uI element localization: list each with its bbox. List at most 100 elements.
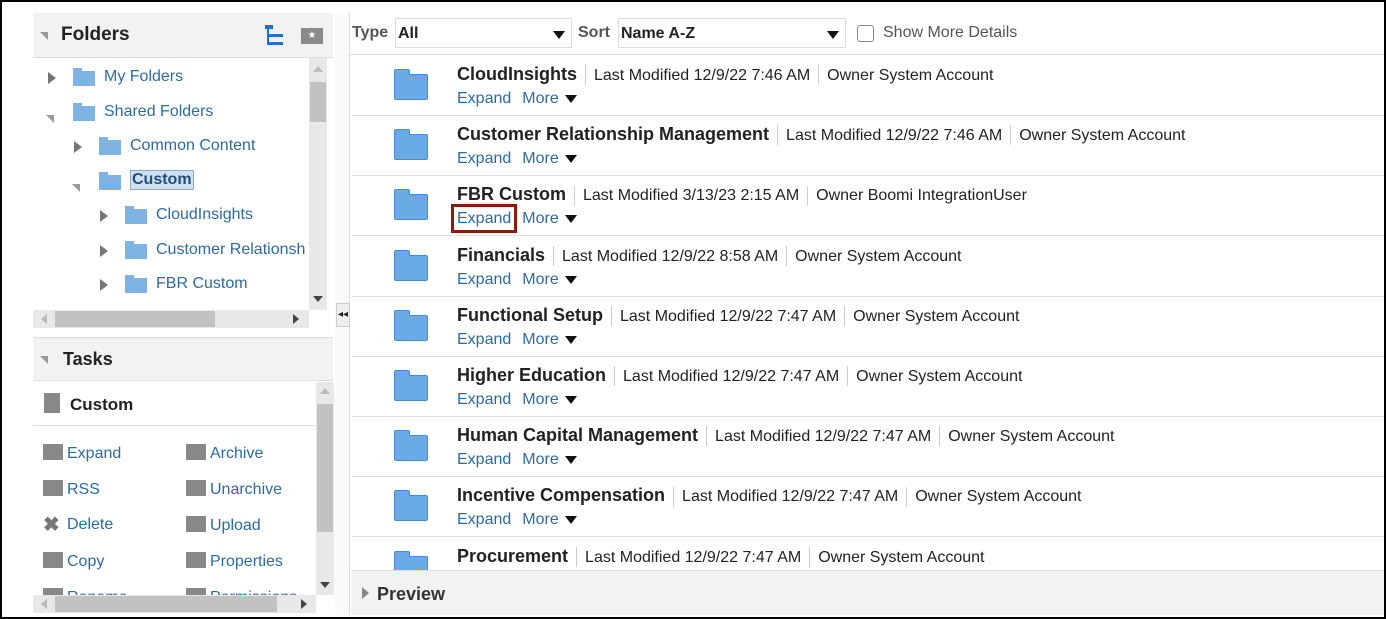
- last-modified: Last Modified 12/9/22 7:47 AM: [620, 307, 837, 325]
- owner: Owner System Account: [853, 307, 1020, 325]
- folder-name[interactable]: Human Capital Management: [457, 425, 698, 445]
- folder-name[interactable]: Procurement: [457, 546, 568, 566]
- sort-label: Sort: [578, 24, 610, 41]
- chevron-down-icon: [565, 456, 578, 465]
- owner: Owner System Account: [827, 67, 994, 84]
- favorite-folder-icon[interactable]: ★: [301, 28, 323, 44]
- folder-row: Higher Education Last Modified 12/9/22 7:…: [352, 357, 1384, 417]
- owner: Owner System Account: [1019, 127, 1186, 145]
- expand-link[interactable]: Expand: [457, 391, 511, 408]
- more-menu[interactable]: More: [522, 90, 578, 107]
- last-modified: Last Modified 12/9/22 7:47 AM: [585, 548, 802, 566]
- task-permissions[interactable]: Permissions: [186, 588, 297, 595]
- last-modified: Last Modified 12/9/22 7:47 AM: [623, 368, 840, 385]
- chevron-down-icon: [565, 335, 578, 344]
- separator: [906, 486, 908, 507]
- last-modified: Last Modified 12/9/22 7:46 AM: [594, 67, 811, 84]
- collapse-folders-icon[interactable]: [40, 32, 48, 40]
- folder-icon: [394, 129, 428, 161]
- chevron-down-icon: [565, 215, 578, 224]
- more-menu[interactable]: More: [522, 391, 578, 408]
- folder-icon: [394, 550, 428, 570]
- separator: [847, 366, 849, 387]
- owner: Owner System Account: [818, 548, 985, 566]
- owner: Owner System Account: [795, 247, 962, 265]
- preview-title: Preview: [377, 584, 446, 604]
- preview-bar[interactable]: Preview: [351, 570, 1384, 615]
- folder-row: Customer Relationship Management Last Mod…: [352, 116, 1384, 177]
- expand-link[interactable]: Expand: [457, 451, 511, 468]
- separator: [786, 245, 788, 266]
- separator: [818, 65, 820, 86]
- folder-icon: [394, 309, 428, 341]
- expand-link[interactable]: Expand: [450, 204, 518, 234]
- separator: [807, 185, 809, 206]
- more-menu[interactable]: More: [522, 150, 578, 168]
- expand-link[interactable]: Expand: [457, 150, 511, 167]
- more-menu[interactable]: More: [522, 210, 578, 228]
- folder-row: Functional Setup Last Modified 12/9/22 7:…: [352, 297, 1384, 357]
- tree-view-icon[interactable]: [265, 25, 285, 47]
- folders-title: Folders: [61, 24, 130, 45]
- more-label: More: [522, 210, 559, 228]
- owner: Owner System Account: [915, 488, 1082, 506]
- folder-name[interactable]: Functional Setup: [457, 305, 603, 325]
- type-value: All: [398, 25, 419, 42]
- last-modified: Last Modified 12/9/22 7:47 AM: [682, 488, 899, 506]
- separator: [576, 546, 578, 567]
- folder-name[interactable]: Financials: [457, 245, 545, 265]
- last-modified: Last Modified 12/9/22 8:58 AM: [562, 247, 779, 265]
- expand-link[interactable]: Expand: [457, 90, 511, 107]
- separator: [553, 245, 555, 266]
- more-label: More: [522, 391, 559, 408]
- more-menu[interactable]: More: [522, 511, 578, 528]
- folder-icon: [394, 490, 428, 522]
- folder-name[interactable]: CloudInsights: [457, 64, 577, 84]
- folder-icon: [394, 189, 428, 221]
- chevron-down-icon: [565, 155, 578, 164]
- folder-row: Human Capital Management Last Modified 12…: [352, 417, 1384, 478]
- folder-row: FBR Custom Last Modified 3/13/23 2:15 AM O…: [352, 176, 1384, 237]
- sort-value: Name A-Z: [621, 25, 696, 42]
- folder-name[interactable]: Higher Education: [457, 365, 606, 385]
- sort-select[interactable]: Name A-Z: [618, 18, 846, 48]
- folders-header: Folders ★: [33, 13, 333, 58]
- more-menu[interactable]: More: [522, 271, 578, 288]
- folder-row: Procurement Last Modified 12/9/22 7:47 AM…: [352, 538, 1384, 570]
- separator: [585, 65, 586, 86]
- expand-link[interactable]: Expand: [457, 271, 511, 288]
- last-modified: Last Modified 3/13/23 2:15 AM: [583, 187, 800, 205]
- expand-link[interactable]: Expand: [457, 511, 511, 528]
- last-modified: Last Modified 12/9/22 7:47 AM: [715, 428, 932, 446]
- toolbar: Type All Sort Name A-Z Show More Details: [350, 13, 1384, 55]
- separator: [939, 426, 941, 447]
- type-select[interactable]: All: [395, 18, 572, 48]
- folder-icon: [394, 69, 428, 100]
- chevron-down-icon: [565, 275, 578, 284]
- show-more-details-label[interactable]: Show More Details: [883, 24, 1017, 42]
- separator: [844, 306, 846, 327]
- more-label: More: [522, 150, 559, 168]
- chevron-down-icon: [553, 31, 565, 39]
- expand-link[interactable]: Expand: [457, 331, 511, 348]
- rename-icon: [43, 588, 63, 595]
- more-menu[interactable]: More: [522, 451, 578, 468]
- permissions-icon: [186, 588, 206, 595]
- folder-icon: [394, 249, 428, 281]
- expand-preview-icon[interactable]: [362, 587, 369, 599]
- separator: [614, 366, 616, 387]
- chevron-down-icon: [565, 95, 578, 103]
- tasks-horizontal-scrollbar[interactable]: [33, 595, 316, 613]
- folder-row: Financials Last Modified 12/9/22 8:58 AM O…: [352, 237, 1384, 297]
- folder-icon: [394, 430, 428, 462]
- folder-name[interactable]: Incentive Compensation: [457, 485, 665, 505]
- show-more-details-checkbox[interactable]: [857, 25, 874, 42]
- separator: [706, 426, 708, 447]
- chevron-down-icon: [565, 396, 578, 404]
- owner: Owner System Account: [856, 368, 1023, 385]
- more-menu[interactable]: More: [522, 331, 578, 348]
- folder-name[interactable]: FBR Custom: [457, 184, 566, 204]
- task-rename[interactable]: Rename: [43, 588, 127, 595]
- folder-name[interactable]: Customer Relationship Management: [457, 124, 769, 144]
- folder-row: CloudInsights Last Modified 12/9/22 7:46 …: [352, 56, 1384, 116]
